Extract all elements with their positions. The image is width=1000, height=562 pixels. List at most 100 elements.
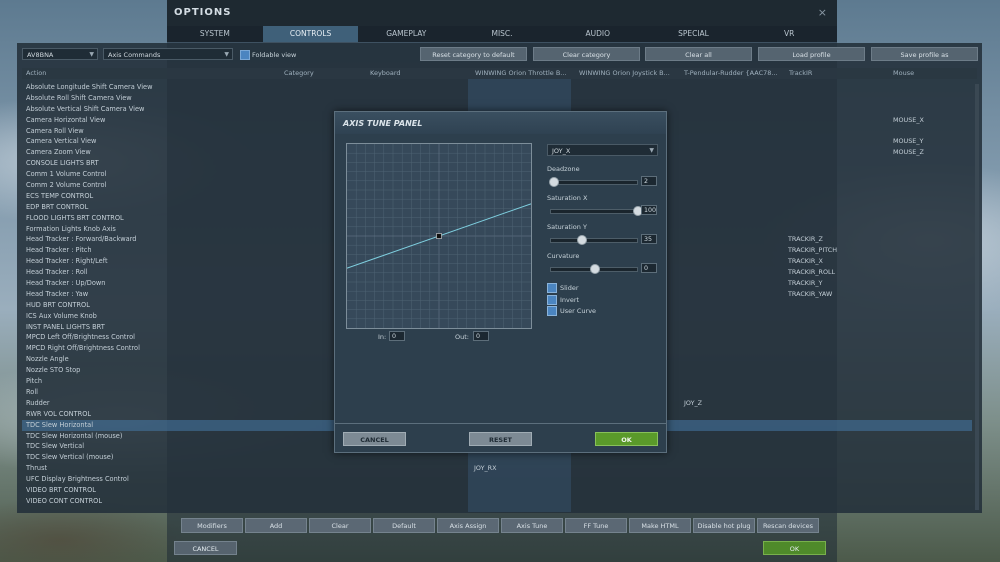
default-button[interactable]: Default (373, 518, 435, 533)
slider-option-label: Slider (560, 284, 579, 292)
saturation-y-slider[interactable] (550, 235, 638, 245)
out-value: 0 (473, 331, 489, 341)
action-name: Head Tracker : Roll (26, 268, 88, 277)
axis-tune-button[interactable]: Axis Tune (501, 518, 563, 533)
saturation-y-value[interactable]: 35 (641, 234, 657, 244)
saturation-y-label: Saturation Y (547, 223, 587, 231)
tab-misc[interactable]: MISC. (454, 26, 550, 42)
user-curve-option-label: User Curve (560, 307, 597, 315)
action-name: TDC Slew Horizontal (26, 420, 94, 429)
table-row[interactable]: UFC Display Brightness Control (22, 474, 972, 485)
tab-system[interactable]: SYSTEM (167, 26, 263, 42)
tab-controls[interactable]: CONTROLS (262, 26, 359, 42)
aircraft-select[interactable]: AV8BNA ▼ (22, 48, 98, 60)
table-row[interactable]: TDC Slew Vertical (mouse) (22, 452, 972, 463)
saturation-y-knob[interactable] (577, 235, 588, 245)
axis-select[interactable]: JOY_X ▼ (547, 144, 658, 156)
save-profile-button[interactable]: Save profile as (871, 47, 978, 61)
controls-toolbar: AV8BNA ▼ Axis Commands ▼ Foldable view Res… (22, 47, 982, 63)
action-name: ICS Aux Volume Knob (26, 311, 97, 320)
tab-special[interactable]: SPECIAL (646, 26, 742, 42)
tab-gameplay[interactable]: GAMEPLAY (358, 26, 454, 42)
invert-checkbox[interactable] (547, 295, 557, 305)
options-ok-button[interactable]: OK (763, 541, 826, 555)
make-html-button[interactable]: Make HTML (629, 518, 691, 533)
clear-all-button[interactable]: Clear all (645, 47, 752, 61)
ff-tune-button[interactable]: FF Tune (565, 518, 627, 533)
axis-curve-graph (346, 143, 532, 329)
curvature-value[interactable]: 0 (641, 263, 657, 273)
rudder-binding: JOY_Z (684, 398, 703, 407)
trackir-binding: TRACKIR_YAW (788, 289, 833, 298)
trackir-binding: TRACKIR_ROLL (788, 268, 836, 277)
table-row[interactable]: Absolute Roll Shift Camera View (22, 93, 972, 104)
chevron-down-icon: ▼ (649, 147, 654, 154)
trackir-binding: TRACKIR_PITCH (788, 246, 838, 255)
load-profile-button[interactable]: Load profile (758, 47, 865, 61)
column-keyboard[interactable]: Keyboard (370, 68, 401, 79)
foldable-view-checkbox[interactable] (240, 50, 250, 60)
action-name: Pitch (26, 377, 43, 386)
close-icon[interactable]: × (818, 6, 827, 19)
saturation-x-value[interactable]: 100 (641, 205, 657, 215)
action-name: Head Tracker : Right/Left (26, 257, 108, 266)
category-select[interactable]: Axis Commands ▼ (103, 48, 233, 60)
action-name: Camera Horizontal View (26, 115, 106, 124)
chevron-down-icon: ▼ (224, 51, 229, 58)
deadzone-value[interactable]: 2 (641, 176, 657, 186)
action-name: Absolute Vertical Shift Camera View (26, 104, 145, 113)
slider-checkbox[interactable] (547, 283, 557, 293)
table-header: Action Category Keyboard WINWING Orion T… (22, 68, 977, 79)
table-scrollbar[interactable] (975, 84, 979, 510)
deadzone-slider[interactable] (548, 177, 638, 187)
axis-assign-button[interactable]: Axis Assign (437, 518, 499, 533)
tab-vr[interactable]: VR (741, 26, 837, 42)
tab-bar: SYSTEM CONTROLS GAMEPLAY MISC. AUDIO SPE… (167, 26, 837, 42)
clear-button[interactable]: Clear (309, 518, 371, 533)
reset-category-button[interactable]: Reset category to default (420, 47, 527, 61)
disable-hot-plug-button[interactable]: Disable hot plug (693, 518, 755, 533)
action-name: Camera Roll View (26, 126, 84, 135)
column-joystick[interactable]: WINWING Orion Joystick B... (579, 68, 670, 79)
saturation-x-slider[interactable] (550, 206, 643, 216)
curvature-knob[interactable] (590, 264, 600, 274)
column-rudder[interactable]: T-Pendular-Rudder {AAC78... (684, 68, 778, 79)
curvature-slider[interactable] (550, 264, 638, 274)
action-name: VIDEO BRT CONTROL (26, 485, 96, 494)
action-name: MPCD Left Off/Brightness Control (26, 333, 135, 342)
column-category[interactable]: Category (284, 68, 314, 79)
dialog-ok-button[interactable]: OK (595, 432, 658, 446)
dialog-reset-button[interactable]: RESET (469, 432, 532, 446)
modifiers-button[interactable]: Modifiers (181, 518, 243, 533)
mouse-binding: MOUSE_Z (893, 148, 924, 157)
tab-audio[interactable]: AUDIO (550, 26, 646, 42)
axis-tune-dialog: AXIS TUNE PANEL In: 0 Out: 0 JOY_X ▼ Dead… (334, 111, 667, 453)
add-button[interactable]: Add (245, 518, 307, 533)
axis-tune-title-bar: AXIS TUNE PANEL (335, 112, 666, 134)
user-curve-checkbox[interactable] (547, 306, 557, 316)
column-trackir[interactable]: TrackIR (789, 68, 812, 79)
column-mouse[interactable]: Mouse (893, 68, 914, 79)
chevron-down-icon: ▼ (89, 51, 94, 58)
action-name: INST PANEL LIGHTS BRT (26, 322, 105, 331)
action-name: TDC Slew Vertical (mouse) (26, 453, 114, 462)
table-row[interactable]: VIDEO BRT CONTROL (22, 485, 972, 496)
column-throttle[interactable]: WINWING Orion Throttle B... (475, 68, 567, 79)
rescan-devices-button[interactable]: Rescan devices (757, 518, 819, 533)
action-name: Rudder (26, 398, 50, 407)
action-name: TDC Slew Vertical (26, 442, 85, 451)
action-name: Head Tracker : Up/Down (26, 279, 106, 288)
action-name: UFC Display Brightness Control (26, 475, 129, 484)
position-marker (436, 233, 442, 239)
deadzone-knob[interactable] (548, 177, 559, 187)
column-action[interactable]: Action (26, 68, 46, 79)
dialog-cancel-button[interactable]: CANCEL (343, 432, 406, 446)
table-row[interactable]: Thrust JOY_RX (22, 463, 972, 474)
saturation-x-label: Saturation X (547, 194, 588, 202)
table-row[interactable]: Absolute Longitude Shift Camera View (22, 82, 972, 93)
clear-category-button[interactable]: Clear category (533, 47, 640, 61)
table-row[interactable]: VIDEO CONT CONTROL (22, 496, 972, 507)
mouse-binding: MOUSE_X (893, 115, 924, 124)
action-name: HUD BRT CONTROL (26, 300, 90, 309)
options-cancel-button[interactable]: CANCEL (174, 541, 237, 555)
